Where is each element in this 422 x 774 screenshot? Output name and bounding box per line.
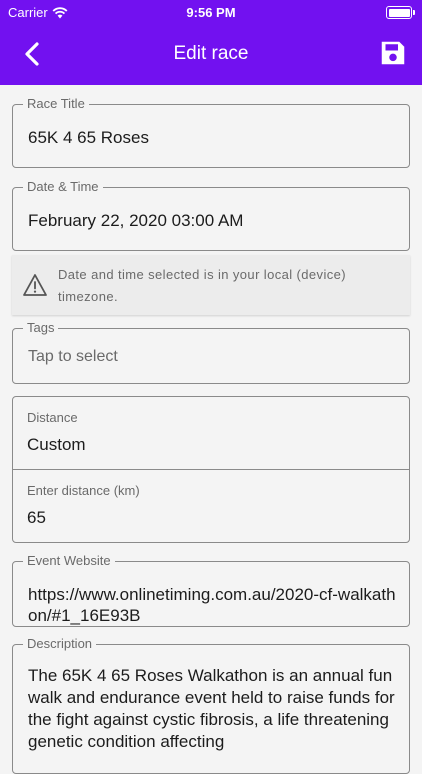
- floppy-disk-icon: [381, 41, 405, 65]
- distance-label: Distance: [27, 410, 78, 425]
- tags-label: Tags: [23, 320, 59, 335]
- tags-field[interactable]: Tags Tap to select: [12, 320, 410, 384]
- description-field[interactable]: Description The 65K 4 65 Roses Walkathon…: [12, 636, 410, 774]
- event-website-field[interactable]: Event Website https://www.onlinetiming.c…: [12, 553, 410, 627]
- navigation-bar: Edit race: [0, 24, 422, 85]
- description-value: The 65K 4 65 Roses Walkathon is an annua…: [28, 666, 395, 751]
- app-header: Carrier 9:56 PM Edit race: [0, 0, 422, 85]
- status-time: 9:56 PM: [186, 5, 236, 20]
- warning-icon: [23, 274, 47, 296]
- distance-group: Distance Custom Enter distance (km) 65: [12, 396, 410, 543]
- save-button[interactable]: [378, 38, 408, 68]
- race-title-label: Race Title: [23, 96, 89, 111]
- timezone-note: Date and time selected is in your local …: [12, 255, 410, 315]
- date-time-label: Date & Time: [23, 179, 103, 194]
- tags-placeholder: Tap to select: [28, 348, 118, 365]
- event-website-value: https://www.onlinetiming.com.au/2020-cf-…: [28, 585, 396, 625]
- page-title: Edit race: [173, 43, 249, 64]
- timezone-note-text: Date and time selected is in your local …: [58, 267, 346, 304]
- date-time-field[interactable]: Date & Time February 22, 2020 03:00 AM: [12, 179, 410, 251]
- date-time-value: February 22, 2020 03:00 AM: [28, 211, 244, 230]
- battery-icon: [386, 6, 415, 19]
- distance-value: Custom: [27, 435, 86, 454]
- custom-distance-label: Enter distance (km): [27, 483, 140, 498]
- race-title-value: 65K 4 65 Roses: [28, 128, 149, 147]
- status-bar: Carrier 9:56 PM: [0, 0, 422, 24]
- event-website-label: Event Website: [23, 553, 115, 568]
- custom-distance-value: 65: [27, 508, 46, 527]
- description-label: Description: [23, 636, 97, 651]
- distance-select[interactable]: Distance Custom: [13, 397, 409, 469]
- custom-distance-input[interactable]: Enter distance (km) 65: [13, 470, 409, 542]
- race-title-field[interactable]: Race Title 65K 4 65 Roses: [12, 96, 410, 168]
